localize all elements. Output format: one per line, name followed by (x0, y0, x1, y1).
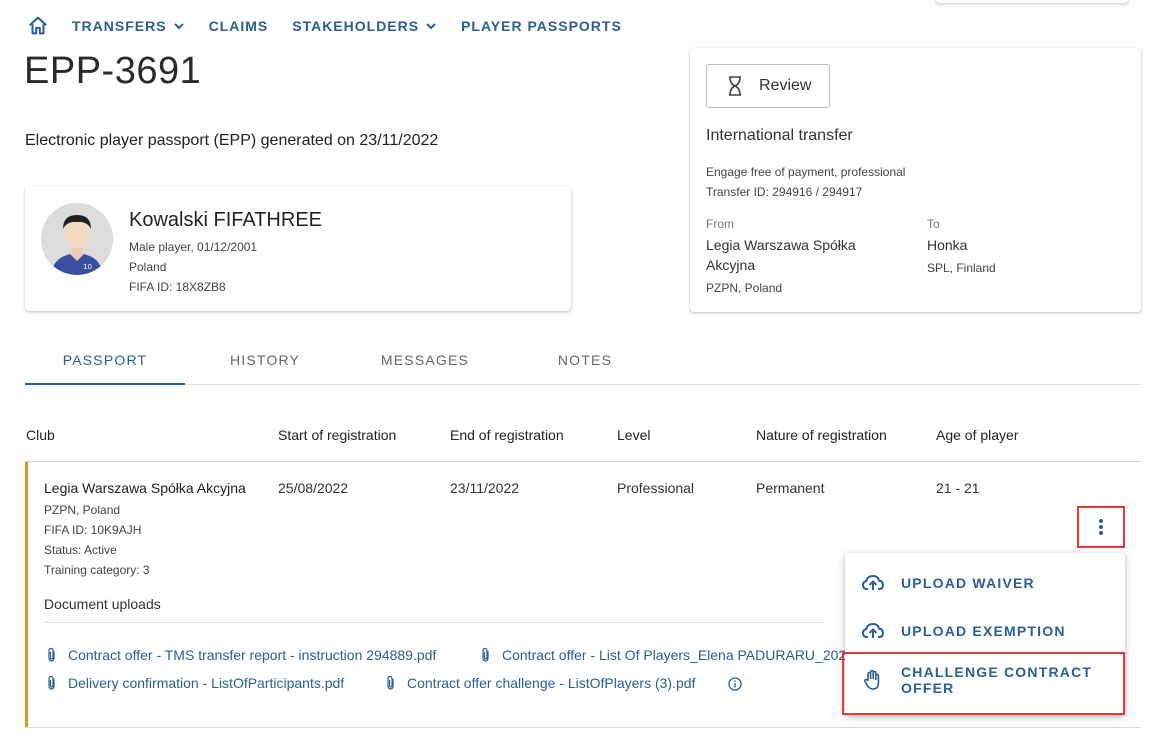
hourglass-icon (729, 76, 741, 96)
home-icon[interactable] (26, 14, 50, 38)
player-fifa-id: FIFA ID: 18X8ZB8 (129, 280, 226, 294)
jersey-number: 10 (83, 263, 92, 271)
menu-item-upload-exemption-label: UPLOAD EXEMPTION (901, 623, 1066, 639)
cell-nature: Permanent (756, 480, 825, 496)
page-title: EPP-3691 (24, 50, 202, 92)
cell-age: 21 - 21 (936, 480, 980, 496)
row-accent-bar (25, 462, 28, 727)
player-details: Male player, 01/12/2001 (129, 240, 258, 254)
paperclip-icon (48, 647, 55, 662)
document-link-label: Contract offer - TMS transfer report - i… (68, 647, 437, 663)
column-header-start: Start of registration (278, 427, 397, 443)
player-country: Poland (129, 260, 167, 274)
info-icon[interactable] (728, 677, 742, 691)
nav-player-passports-label: PLAYER PASSPORTS (461, 18, 622, 34)
tab-notes[interactable]: NOTES (505, 352, 665, 368)
page-subtitle: Electronic player passport (EPP) generat… (25, 132, 439, 149)
chevron-down-icon (426, 23, 436, 30)
row-divider (25, 727, 1141, 728)
cloud-upload-icon (861, 622, 885, 638)
nav-claims-label: CLAIMS (208, 18, 269, 34)
menu-item-upload-waiver-label: UPLOAD WAIVER (901, 575, 1035, 591)
review-button[interactable]: Review (706, 64, 830, 108)
from-assoc: PZPN, Poland (706, 281, 783, 295)
club-name: Legia Warszawa Spółka Akcyjna (44, 480, 246, 496)
tab-passport[interactable]: PASSPORT (25, 352, 185, 368)
tab-history[interactable]: HISTORY (185, 352, 345, 368)
review-button-label: Review (759, 77, 812, 94)
column-header-club: Club (26, 427, 55, 443)
column-header-end: End of registration (450, 427, 564, 443)
paperclip-icon (387, 675, 394, 690)
transfer-type: Engage free of payment, professional (706, 165, 906, 179)
paperclip-icon (48, 675, 55, 690)
column-header-level: Level (617, 427, 651, 443)
to-assoc: SPL, Finland (927, 261, 996, 275)
document-link[interactable]: Delivery confirmation - ListOfParticipan… (46, 675, 344, 691)
highlight-box (842, 652, 1125, 715)
document-link[interactable]: Contract offer challenge - ListOfPlayers… (385, 675, 695, 691)
cell-start: 25/08/2022 (278, 480, 349, 496)
cloud-upload-icon (861, 574, 885, 590)
chevron-down-icon (173, 23, 184, 30)
tab-bar: PASSPORT HISTORY MESSAGES NOTES (25, 340, 1141, 385)
top-right-panel-edge (935, 0, 1129, 4)
transfer-title: International transfer (706, 127, 853, 144)
to-label: To (927, 217, 940, 231)
club-status: Status: Active (44, 543, 117, 557)
cell-end: 23/11/2022 (450, 480, 520, 496)
to-club: Honka (927, 237, 968, 253)
column-header-nature: Nature of registration (756, 427, 887, 443)
club-training-category: Training category: 3 (44, 563, 150, 577)
menu-item-upload-exemption[interactable]: UPLOAD EXEMPTION (845, 619, 1125, 643)
document-uploads-title: Document uploads (44, 596, 161, 612)
nav-claims[interactable]: CLAIMS (209, 18, 269, 34)
from-club-line1: Legia Warszawa Spółka (706, 237, 856, 253)
document-link-label: Delivery confirmation - ListOfParticipan… (68, 675, 345, 691)
player-name: Kowalski FIFATHREE (129, 209, 322, 231)
from-label: From (706, 217, 734, 231)
column-header-age: Age of player (936, 427, 1019, 443)
cell-level: Professional (617, 480, 695, 496)
document-link-label: Contract offer challenge - ListOfPlayers… (407, 675, 696, 691)
paperclip-icon (482, 647, 489, 662)
document-divider (44, 622, 824, 623)
nav-transfers[interactable]: TRANSFERS (72, 18, 185, 34)
more-vert-icon (1099, 519, 1103, 535)
tab-active-indicator (25, 383, 185, 385)
table-header-divider (25, 461, 1141, 462)
document-link-label: Contract offer - List Of Players_Elena P… (502, 647, 847, 663)
transfer-card: Review International transfer Engage fre… (690, 48, 1141, 312)
player-card: 10 Kowalski FIFATHREE Male player, 01/12… (25, 187, 571, 311)
tab-messages[interactable]: MESSAGES (345, 352, 505, 368)
club-fifa-id: FIFA ID: 10K9AJH (44, 523, 142, 537)
more-actions-button[interactable] (1077, 506, 1125, 548)
avatar: 10 (41, 203, 113, 275)
document-link[interactable]: Contract offer - TMS transfer report - i… (46, 647, 436, 663)
club-assoc: PZPN, Poland (44, 503, 121, 517)
from-club: Legia Warszawa Spółka Akcyjna (706, 235, 856, 275)
main-nav: TRANSFERS CLAIMS STAKEHOLDERS PLAYER PAS… (26, 14, 646, 38)
nav-transfers-label: TRANSFERS (72, 18, 167, 34)
nav-player-passports[interactable]: PLAYER PASSPORTS (461, 18, 622, 34)
document-link[interactable]: Contract offer - List Of Players_Elena P… (480, 647, 846, 663)
transfer-id: Transfer ID: 294916 / 294917 (706, 185, 863, 199)
nav-stakeholders-label: STAKEHOLDERS (292, 18, 420, 34)
nav-stakeholders[interactable]: STAKEHOLDERS (292, 18, 437, 34)
menu-item-upload-waiver[interactable]: UPLOAD WAIVER (845, 571, 1125, 595)
from-club-line2: Akcyjna (706, 257, 756, 273)
